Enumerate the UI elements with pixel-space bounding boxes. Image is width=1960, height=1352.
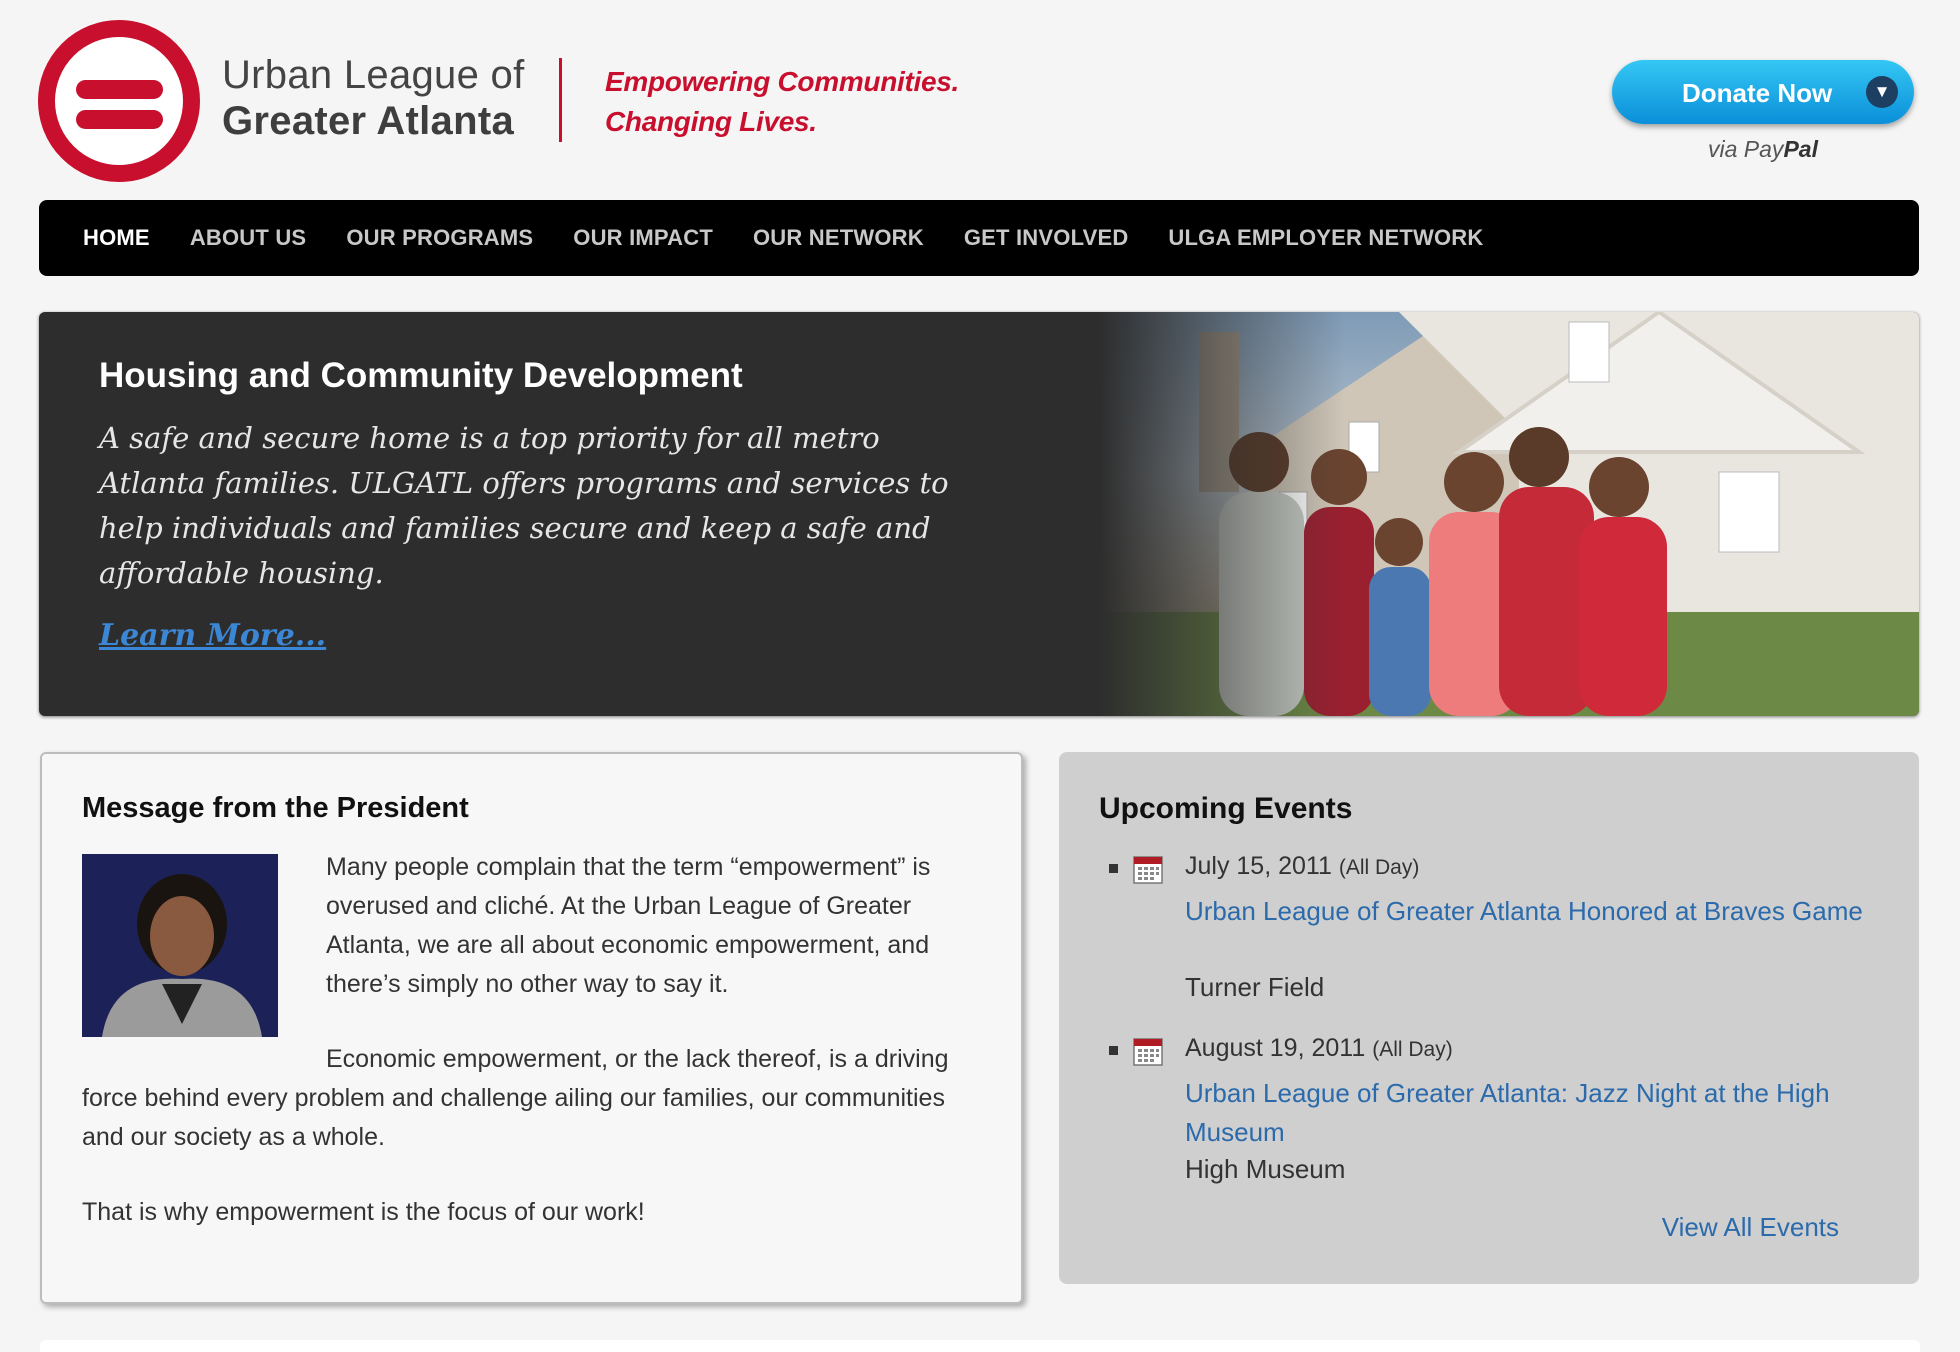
nav-item-our-impact[interactable]: OUR IMPACT <box>573 225 713 251</box>
event-allday: (All Day) <box>1372 1038 1453 1061</box>
family-house-photo <box>1099 312 1919 716</box>
president-message-card: Message from the President Many people c… <box>40 752 1023 1304</box>
event-location: Turner Field <box>1185 972 1325 1002</box>
president-para-1: Many people complain that the term “empo… <box>326 853 931 998</box>
logo-bar-bottom <box>76 110 163 129</box>
nav-item-about-us[interactable]: ABOUT US <box>190 225 307 251</box>
nav-item-home[interactable]: HOME <box>83 225 150 251</box>
calendar-icon <box>1133 856 1163 884</box>
upcoming-events-card: Upcoming Events July 15, 2011 (All Day) … <box>1059 752 1919 1284</box>
chevron-down-circle-icon: ▼ <box>1866 76 1898 108</box>
via-paypal-brand: Pal <box>1783 136 1818 162</box>
photo-fade <box>1099 312 1919 716</box>
event-title-link[interactable]: Urban League of Greater Atlanta: Jazz Ni… <box>1185 1074 1865 1152</box>
event-title-link[interactable]: Urban League of Greater Atlanta Honored … <box>1185 892 1865 931</box>
president-message-title: Message from the President <box>82 792 469 824</box>
via-paypal-prefix: via Pay <box>1708 136 1784 162</box>
nav-item-our-programs[interactable]: OUR PROGRAMS <box>346 225 533 251</box>
org-name-line2: Greater Atlanta <box>222 99 514 143</box>
view-all-events-link[interactable]: View All Events <box>1662 1212 1839 1243</box>
president-para-3: That is why empowerment is the focus of … <box>82 1198 645 1226</box>
header-divider <box>559 58 562 142</box>
learn-more-link[interactable]: Learn More... <box>99 618 326 653</box>
main-nav: HOME ABOUT US OUR PROGRAMS OUR IMPACT OU… <box>39 200 1919 276</box>
bullet-icon <box>1109 864 1118 873</box>
tagline-line1: Empowering Communities. <box>605 66 960 97</box>
nav-item-get-involved[interactable]: GET INVOLVED <box>964 225 1129 251</box>
event-date-text: July 15, 2011 <box>1185 852 1332 880</box>
calendar-icon <box>1133 1038 1163 1066</box>
event-date: July 15, 2011 (All Day) <box>1185 852 1419 881</box>
hero-title: Housing and Community Development <box>99 356 743 395</box>
org-name[interactable]: Urban League of Greater Atlanta <box>222 52 525 144</box>
event-date: August 19, 2011 (All Day) <box>1185 1034 1453 1063</box>
org-name-line1: Urban League of <box>222 53 525 97</box>
event-location: High Museum <box>1185 1154 1346 1184</box>
event-date-text: August 19, 2011 <box>1185 1034 1366 1062</box>
tagline-line2: Changing Lives. <box>605 106 817 137</box>
via-paypal-text: via PayPal <box>1708 136 1818 163</box>
president-message-body: Many people complain that the term “empo… <box>82 848 982 1232</box>
donate-now-button[interactable]: Donate Now ▼ <box>1612 60 1914 124</box>
urban-league-logo[interactable] <box>38 20 200 182</box>
event-allday: (All Day) <box>1338 856 1420 879</box>
upcoming-events-title: Upcoming Events <box>1099 792 1353 825</box>
nav-item-our-network[interactable]: OUR NETWORK <box>753 225 924 251</box>
hero-text: A safe and secure home is a top priority… <box>99 421 949 590</box>
bullet-icon <box>1109 1046 1118 1055</box>
nav-item-ulga-employer-network[interactable]: ULGA EMPLOYER NETWORK <box>1168 225 1483 251</box>
tagline: Empowering Communities. Changing Lives. <box>605 62 959 142</box>
president-para-2-start: Economic empowerment, or the lack thereo… <box>326 1045 949 1073</box>
logo-bar-top <box>76 80 163 99</box>
donate-label: Donate Now <box>1682 78 1833 108</box>
president-para-2-rest: force behind every problem and challenge… <box>82 1084 945 1151</box>
next-section-edge <box>40 1340 1920 1352</box>
hero-banner: Housing and Community Development A safe… <box>39 312 1919 716</box>
